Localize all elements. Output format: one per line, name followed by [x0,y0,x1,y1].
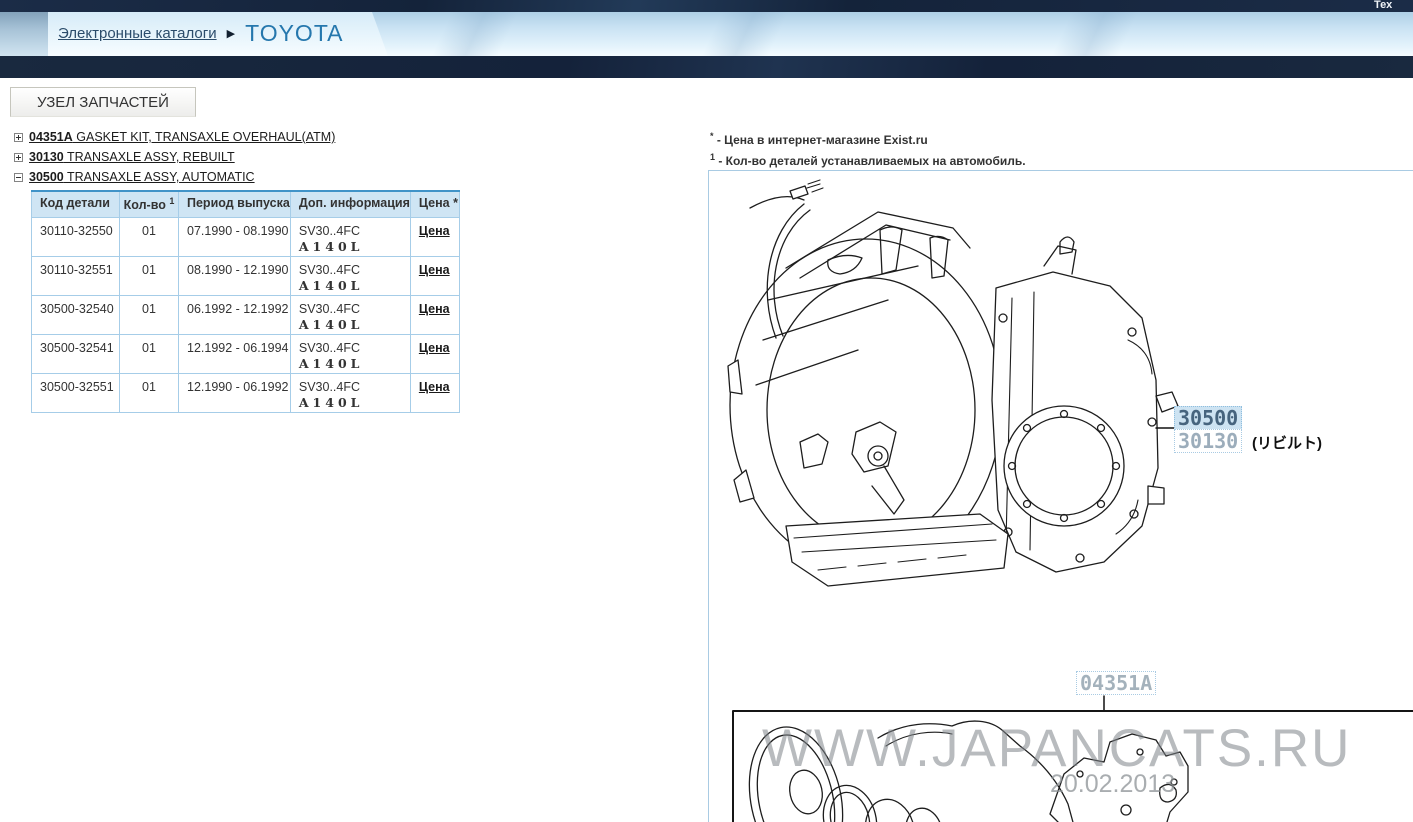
tree-item-label: TRANSAXLE ASSY, AUTOMATIC [64,170,255,184]
catalog-page: Тех Электронные каталоги ▶ TOYOTA УЗЕЛ З… [0,0,1413,822]
price-cell: Цена [410,256,459,295]
tree-item-code: 30500 [29,170,64,184]
plus-box-icon[interactable] [14,153,23,162]
info-cell: SV30..4FCA140L [290,256,410,295]
price-link[interactable]: Цена [419,380,450,394]
model-code: A140L [299,239,410,254]
price-cell: Цена [410,334,459,373]
parts-table: Код детали Кол-во 1 Период выпуска Доп. … [31,190,460,413]
info-cell: SV30..4FCA140L [290,373,410,412]
period-cell: 12.1992 - 06.1994 [179,334,291,373]
header-top-right-text: Тех [1374,0,1392,11]
table-row: 30110-32550 01 07.1990 - 08.1990 SV30..4… [32,217,460,256]
table-row: 30500-32541 01 12.1992 - 06.1994 SV30..4… [32,334,460,373]
period-cell: 06.1992 - 12.1992 [179,295,291,334]
column-header-period: Период выпуска [179,191,291,217]
header-top-band [0,0,1413,12]
tree-item-label: GASKET KIT, TRANSAXLE OVERHAUL(ATM) [73,130,336,144]
breadcrumb-brand-title: TOYOTA [245,20,343,47]
breadcrumb-catalogs-link[interactable]: Электронные каталоги [58,25,217,42]
breadcrumb: Электронные каталоги ▶ TOYOTA [58,20,344,47]
tree-item-code: 30130 [29,150,64,164]
price-cell: Цена [410,217,459,256]
footnote-qty: 1 - Кол-во деталей устанавливаемых на ав… [710,149,1026,170]
period-cell: 08.1990 - 12.1990 [179,256,291,295]
qty-cell: 01 [120,373,179,412]
band-streak [430,12,520,56]
tree-item-code: 04351A [29,130,73,144]
price-link[interactable]: Цена [419,263,450,277]
tree-item-04351A: 04351A GASKET KIT, TRANSAXLE OVERHAUL(AT… [14,130,674,150]
qty-cell: 01 [120,334,179,373]
column-header-info: Доп. информация [290,191,410,217]
column-header-qty: Кол-во 1 [120,191,179,217]
part-code-cell: 30110-32551 [32,256,120,295]
price-link[interactable]: Цена [419,341,450,355]
tree-item-link[interactable]: 30500 TRANSAXLE ASSY, AUTOMATIC [29,170,255,185]
info-cell: SV30..4FCA140L [290,334,410,373]
price-link[interactable]: Цена [419,302,450,316]
column-header-code: Код детали [32,191,120,217]
tree-item-label: TRANSAXLE ASSY, REBUILT [64,150,235,164]
tree-item-30500: 30500 TRANSAXLE ASSY, AUTOMATIC [14,170,674,190]
model-code: A140L [299,278,410,293]
diagram-label-04351A[interactable]: 04351A [1076,671,1156,695]
table-row: 30110-32551 01 08.1990 - 12.1990 SV30..4… [32,256,460,295]
diagram-label-rebuilt-jp: (リビルト) [1252,432,1322,453]
part-code-cell: 30500-32540 [32,295,120,334]
model-code: A140L [299,317,410,332]
diagram-label-30500[interactable]: 30500 [1174,406,1242,430]
price-cell: Цена [410,295,459,334]
table-row: 30500-32540 01 06.1992 - 12.1992 SV30..4… [32,295,460,334]
tab-parts-node-label: УЗЕЛ ЗАПЧАСТЕЙ [37,94,169,111]
table-row: 30500-32551 01 12.1990 - 06.1992 SV30..4… [32,373,460,412]
header-dark-band [0,56,1413,78]
part-code-cell: 30110-32550 [32,217,120,256]
tree-item-30130: 30130 TRANSAXLE ASSY, REBUILT [14,150,674,170]
info-cell: SV30..4FCA140L [290,217,410,256]
footnotes: * - Цена в интернет-магазине Exist.ru 1 … [710,128,1026,170]
period-cell: 07.1990 - 08.1990 [179,217,291,256]
price-cell: Цена [410,373,459,412]
model-code: A140L [299,395,410,410]
qty-cell: 01 [120,256,179,295]
period-cell: 12.1990 - 06.1992 [179,373,291,412]
column-header-price: Цена * [410,191,459,217]
watermark-date: 20.02.2013 [1050,770,1175,799]
breadcrumb-band-left-shade [0,12,48,56]
tab-parts-node[interactable]: УЗЕЛ ЗАПЧАСТЕЙ [10,87,196,117]
model-code: A140L [299,356,410,371]
footnote-price: * - Цена в интернет-магазине Exist.ru [710,128,1026,149]
plus-box-icon[interactable] [14,133,23,142]
diagram-label-30130[interactable]: 30130 [1174,429,1242,453]
qty-cell: 01 [120,217,179,256]
minus-box-icon[interactable] [14,173,23,182]
qty-cell: 01 [120,295,179,334]
breadcrumb-arrow-icon: ▶ [227,27,235,40]
band-streak [1050,12,1140,56]
table-header-row: Код детали Кол-во 1 Период выпуска Доп. … [32,191,460,217]
tree-item-link[interactable]: 30130 TRANSAXLE ASSY, REBUILT [29,150,235,165]
parts-tree: 04351A GASKET KIT, TRANSAXLE OVERHAUL(AT… [14,130,674,190]
info-cell: SV30..4FCA140L [290,295,410,334]
tree-item-link[interactable]: 04351A GASKET KIT, TRANSAXLE OVERHAUL(AT… [29,130,335,145]
band-streak [700,12,790,56]
part-code-cell: 30500-32551 [32,373,120,412]
price-link[interactable]: Цена [419,224,450,238]
part-code-cell: 30500-32541 [32,334,120,373]
